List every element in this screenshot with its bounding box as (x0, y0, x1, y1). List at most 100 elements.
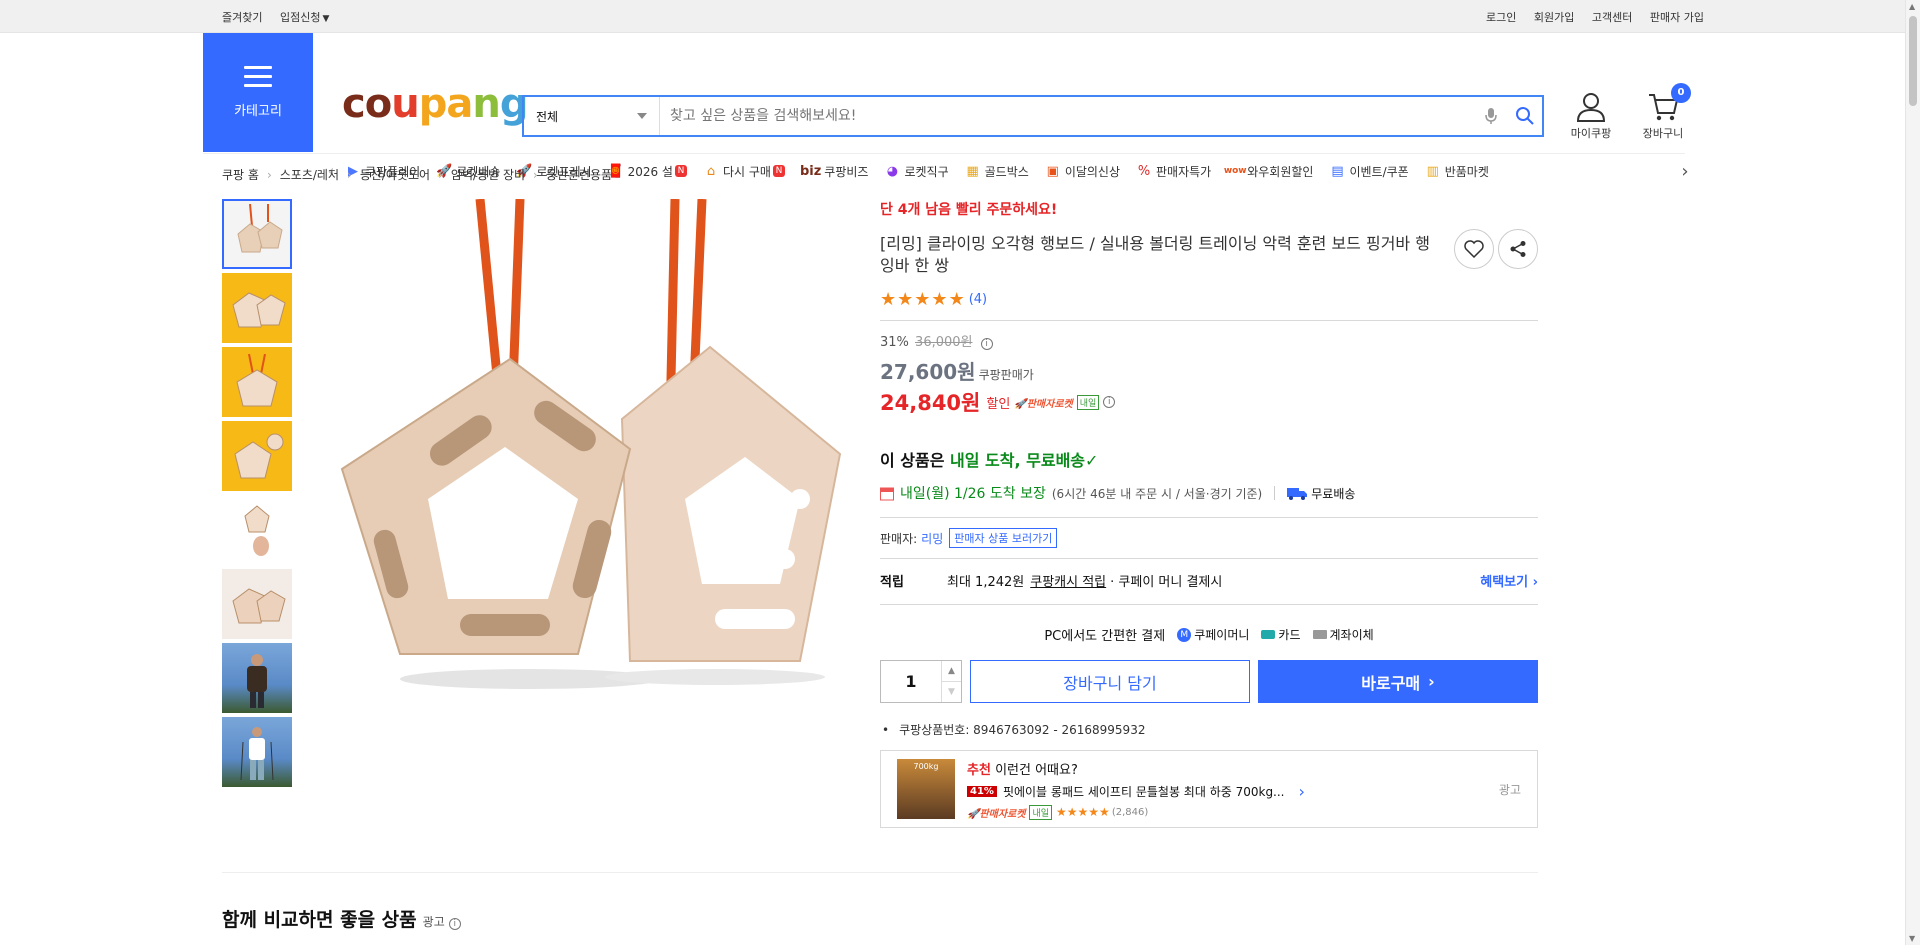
chevron-right-icon[interactable]: › (1299, 782, 1305, 801)
seller-signup-link[interactable]: 판매자 가입 (1650, 11, 1704, 24)
breadcrumb-item[interactable]: 등산/아웃도어 (360, 166, 430, 183)
seller-rocket-badge: 🚀판매자로켓 (1014, 398, 1073, 410)
buy-now-button[interactable]: 바로구매 › (1258, 660, 1538, 703)
breadcrumb-item[interactable]: 스포츠/레저 (280, 166, 339, 183)
product-thumbnail[interactable] (222, 569, 292, 639)
bookmark-link[interactable]: 즐겨찾기 (222, 11, 262, 24)
nav-item-return-market[interactable]: ▥ 반품마켓 (1424, 162, 1489, 180)
nav-item-seollal[interactable]: 🧧 2026 설N (607, 162, 687, 180)
cart-button[interactable]: 장바구니 0 (1633, 83, 1693, 141)
coupang-logo[interactable]: coupang (342, 81, 528, 127)
coupang-price: 27,600원 (880, 360, 976, 384)
scrollbar[interactable]: ▲ ▼ (1905, 0, 1920, 945)
seller-row: 판매자: 리밍 판매자 상품 보러가기 (880, 528, 1538, 548)
search-category-select[interactable]: 전체 (524, 97, 660, 135)
category-button[interactable]: 카테고리 (203, 33, 313, 152)
product-thumbnail[interactable] (222, 495, 292, 565)
product-main-image[interactable] (330, 198, 850, 719)
signup-link[interactable]: 회원가입 (1534, 11, 1574, 24)
new-badge: N (772, 165, 785, 177)
decrement-icon[interactable]: ▼ (942, 681, 961, 702)
product-thumbnail[interactable] (222, 643, 292, 713)
search-input[interactable] (660, 97, 1474, 135)
final-price-row: 24,840원 할인 🚀판매자로켓 내일 i (880, 387, 1538, 417)
chevron-right-icon: › (347, 167, 352, 182)
nav-item-wow-discount[interactable]: wow 와우회원할인 (1224, 162, 1314, 180)
points-amount: 최대 1,242원 (947, 575, 1025, 590)
user-icon (1576, 93, 1606, 122)
star-icon: ★ (880, 289, 897, 310)
microphone-icon[interactable] (1474, 97, 1508, 135)
product-thumbnail[interactable] (222, 199, 292, 269)
share-icon (1510, 241, 1526, 257)
nav-item-coupang-biz[interactable]: biz 쿠팡비즈 (800, 163, 869, 180)
arrival-row: 내일(월) 1/26 도착 보장 (6시간 46분 내 주문 시 / 서울·경기… (880, 483, 1538, 503)
arrival-date: 내일(월) 1/26 도착 보장 (900, 486, 1046, 502)
scroll-down-icon[interactable]: ▼ (1909, 934, 1915, 943)
nav-next-icon[interactable]: › (1672, 161, 1698, 182)
share-button[interactable] (1498, 229, 1538, 269)
search-bar: 전체 (522, 95, 1544, 137)
market-icon: ▥ (1426, 163, 1439, 179)
recommendation-card[interactable]: 700kg 추천 이런건 어때요? 41% 핏에이블 롱패드 세이프티 문틀철봉 … (880, 750, 1538, 828)
search-icon[interactable] (1508, 97, 1542, 135)
rating[interactable]: ★ ★ ★ ★ ★ (4) (880, 289, 1538, 310)
product-thumbnail[interactable] (222, 717, 292, 787)
thumbnail-list (222, 199, 294, 791)
increment-icon[interactable]: ▲ (942, 661, 961, 681)
points-row: 적립 최대 1,242원 쿠팡캐시 적립 · 쿠페이 머니 결제시 혜택보기 › (880, 571, 1538, 590)
free-shipping-label: 무료배송 (1311, 486, 1356, 501)
seller-name-link[interactable]: 리밍 (921, 530, 943, 547)
menu-icon (244, 66, 272, 88)
divider (880, 558, 1538, 559)
product-thumbnail[interactable] (222, 421, 292, 491)
partner-apply-link[interactable]: 입점신청 ▼ (280, 11, 329, 24)
breadcrumb-item[interactable]: 쿠팡 홈 (222, 166, 259, 183)
info-icon[interactable]: i (1103, 396, 1116, 408)
rocket-icon: 🚀 (967, 808, 980, 820)
calendar-icon (880, 487, 894, 500)
cart-count-badge: 0 (1671, 83, 1691, 103)
review-count[interactable]: (4) (969, 292, 987, 307)
recommend-product-name[interactable]: 핏에이블 롱패드 세이프티 문틀철봉 최대 하중 700kg... (1003, 783, 1285, 800)
quantity-value[interactable]: 1 (881, 661, 941, 702)
card-icon (1261, 630, 1276, 639)
scroll-up-icon[interactable]: ▲ (1909, 2, 1915, 11)
quantity-stepper[interactable]: 1 ▲ ▼ (880, 660, 962, 703)
coupay-icon: M (1177, 627, 1192, 642)
info-icon[interactable]: i (448, 918, 461, 930)
check-icon: ✓ (1085, 451, 1099, 470)
benefits-link[interactable]: 혜택보기 › (1480, 571, 1538, 590)
coupang-price-row: 27,600원 쿠팡판매가 (880, 356, 1538, 385)
product-thumbnail[interactable] (222, 347, 292, 417)
mycoupang-button[interactable]: 마이쿠팡 (1561, 91, 1621, 141)
biz-icon: biz (799, 163, 822, 179)
nav-item-goldbox[interactable]: ▦ 골드박스 (964, 162, 1028, 180)
nav-item-events[interactable]: ▤ 이벤트/쿠폰 (1328, 162, 1408, 180)
final-price: 24,840원 (880, 391, 981, 415)
login-link[interactable]: 로그인 (1486, 11, 1516, 24)
wishlist-button[interactable] (1454, 229, 1494, 269)
nav-item-new-arrivals[interactable]: ▣ 이달의신상 (1044, 162, 1120, 180)
breadcrumb-item[interactable]: 등반훈련용품 (546, 166, 612, 183)
original-price-row: 31% 36,000원 i (880, 331, 1538, 350)
coupang-cash-link[interactable]: 쿠팡캐시 적립 (1030, 571, 1106, 590)
seller-products-button[interactable]: 판매자 상품 보러가기 (949, 528, 1058, 548)
nav-item-rocket-global[interactable]: ◕ 로켓직구 (883, 162, 949, 180)
next-day-badge: 내일 (1076, 394, 1100, 410)
scroll-thumb[interactable] (1909, 16, 1917, 106)
mycoupang-label: 마이쿠팡 (1570, 127, 1612, 140)
breadcrumb-item[interactable]: 암벽/등반 장비 (451, 166, 525, 183)
info-icon[interactable]: i (980, 338, 993, 350)
nav-item-seller-deals[interactable]: % 판매자특가 (1135, 162, 1211, 180)
recommendation-image: 700kg (897, 759, 955, 819)
nav-item-rebuy[interactable]: ⌂ 다시 구매 N (702, 162, 785, 180)
chevron-right-icon: › (438, 167, 443, 182)
bag-icon: ▣ (1046, 163, 1059, 179)
divider (880, 517, 1538, 518)
customer-center-link[interactable]: 고객센터 (1592, 11, 1632, 24)
product-thumbnail[interactable] (222, 273, 292, 343)
payment-transfer: 계좌이체 (1312, 626, 1374, 643)
star-icon: ★ (931, 289, 948, 310)
add-to-cart-button[interactable]: 장바구니 담기 (970, 660, 1250, 703)
